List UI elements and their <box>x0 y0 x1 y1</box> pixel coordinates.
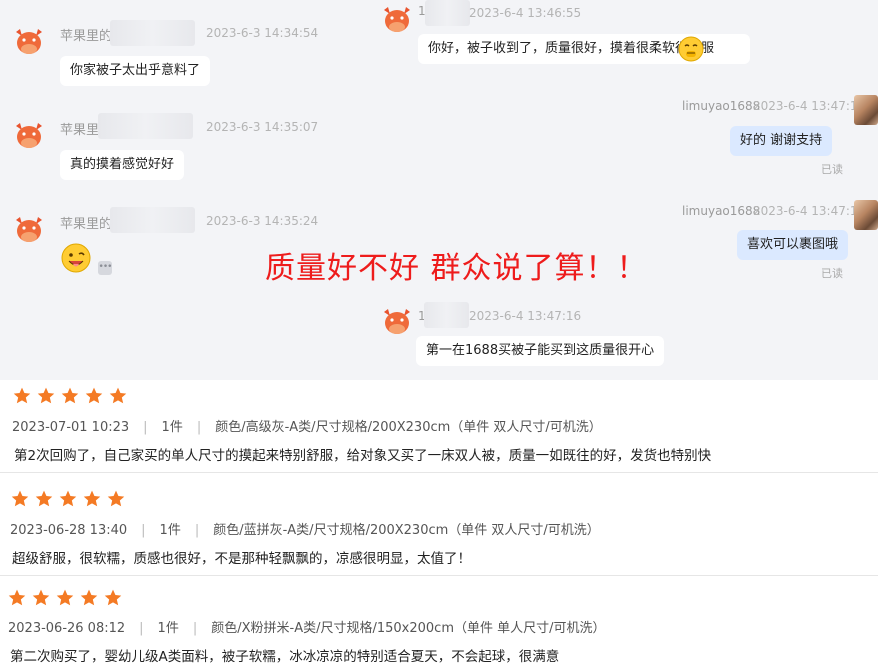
blurred-name <box>424 302 469 328</box>
message-time: 2023-6-4 13:47:15 <box>753 204 866 218</box>
blurred-name <box>98 113 193 139</box>
message-time: 2023-6-4 13:47:16 <box>469 309 582 323</box>
nickname: 苹果里的 <box>60 217 113 232</box>
review-meta: 2023-06-26 08:12 | 1件 | 颜色/X粉拼米-A类/尺寸规格/150x… <box>8 617 606 636</box>
star-rating <box>12 386 132 406</box>
blurred-name <box>425 0 470 26</box>
read-status: 已读 <box>821 267 843 280</box>
message-time: 2023-6-3 14:35:24 <box>206 214 319 228</box>
star-icon <box>82 489 102 509</box>
star-icon <box>108 386 128 406</box>
star-icon <box>31 588 51 608</box>
message-bubble: 第一在1688买被子能买到这质量很开心 <box>416 336 665 366</box>
message-bubble: 喜欢可以裹图哦 <box>737 230 849 260</box>
review-qty: 1件 <box>161 420 183 435</box>
read-status: 已读 <box>821 163 843 176</box>
cow-avatar-icon <box>380 4 414 34</box>
shy-face-icon <box>678 36 704 62</box>
cow-avatar-icon <box>12 120 46 150</box>
promo-banner: 质量好不好 群众说了算！！ <box>265 251 648 286</box>
review-meta: 2023-06-28 13:40 | 1件 | 颜色/蓝拼灰-A类/尺寸规格/200X2… <box>10 519 600 538</box>
review-qty: 1件 <box>157 621 179 636</box>
message-time: 2023-6-3 14:34:54 <box>206 26 319 40</box>
grinning-face-icon <box>60 242 92 274</box>
cow-avatar-icon <box>380 306 414 336</box>
blurred-name <box>110 207 195 233</box>
user-avatar <box>854 200 878 230</box>
nickname: limuyao1688 <box>682 204 761 218</box>
review-date: 2023-06-26 08:12 <box>8 621 126 636</box>
star-rating <box>7 588 127 608</box>
review-date: 2023-07-01 10:23 <box>12 420 130 435</box>
nickname: 苹果里的 <box>60 29 113 44</box>
review-date: 2023-06-28 13:40 <box>10 523 128 538</box>
review-spec: 颜色/蓝拼灰-A类/尺寸规格/200X230cm（单件 双人尺寸/可机洗） <box>213 523 600 538</box>
review-qty: 1件 <box>159 523 181 538</box>
star-icon <box>60 386 80 406</box>
star-icon <box>34 489 54 509</box>
chat-panel-right: 1 2023-6-4 13:46:55 你好，被子收到了，质量很好，摸着很柔软很… <box>380 0 878 380</box>
cow-avatar-icon <box>12 214 46 244</box>
message-bubble: 你家被子太出乎意料了 <box>60 56 211 86</box>
star-icon <box>58 489 78 509</box>
message-time: 2023-6-4 13:47:10 <box>753 99 866 113</box>
blurred-name <box>110 20 195 46</box>
star-icon <box>12 386 32 406</box>
star-icon <box>55 588 75 608</box>
star-icon <box>10 489 30 509</box>
message-time: 2023-6-4 13:46:55 <box>469 6 582 20</box>
star-icon <box>79 588 99 608</box>
review-spec: 颜色/X粉拼米-A类/尺寸规格/150x200cm（单件 单人尺寸/可机洗） <box>211 621 606 636</box>
message-time: 2023-6-3 14:35:07 <box>206 120 319 134</box>
more-icon[interactable]: ••• <box>98 261 112 275</box>
star-icon <box>103 588 123 608</box>
divider <box>0 472 878 473</box>
chat-panel-left: 苹果里的 2023-6-3 14:34:54 你家被子太出乎意料了 苹果里 20… <box>0 0 380 380</box>
star-icon <box>84 386 104 406</box>
message-bubble: 真的摸着感觉好好 <box>60 150 185 180</box>
review-text: 超级舒服，很软糯，质感也很好，不是那种轻飘飘的，凉感很明显，太值了！ <box>12 551 471 567</box>
nickname: limuyao1688 <box>682 99 761 113</box>
review-meta: 2023-07-01 10:23 | 1件 | 颜色/高级灰-A类/尺寸规格/200X2… <box>12 416 602 435</box>
divider <box>0 575 878 576</box>
star-icon <box>36 386 56 406</box>
message-bubble: 好的 谢谢支持 <box>730 126 833 156</box>
review-spec: 颜色/高级灰-A类/尺寸规格/200X230cm（单件 双人尺寸/可机洗） <box>215 420 602 435</box>
star-icon <box>7 588 27 608</box>
cow-avatar-icon <box>12 26 46 56</box>
review-text: 第二次购买了，婴幼儿级A类面料，被子软糯，冰冰凉凉的特别适合夏天，不会起球，很满… <box>10 649 560 665</box>
user-avatar <box>854 95 878 125</box>
star-icon <box>106 489 126 509</box>
nickname: 苹果里 <box>60 123 100 138</box>
star-rating <box>10 489 130 509</box>
review-text: 第2次回购了，自己家买的单人尺寸的摸起来特别舒服，给对象又买了一床双人被，质量一… <box>14 448 712 464</box>
